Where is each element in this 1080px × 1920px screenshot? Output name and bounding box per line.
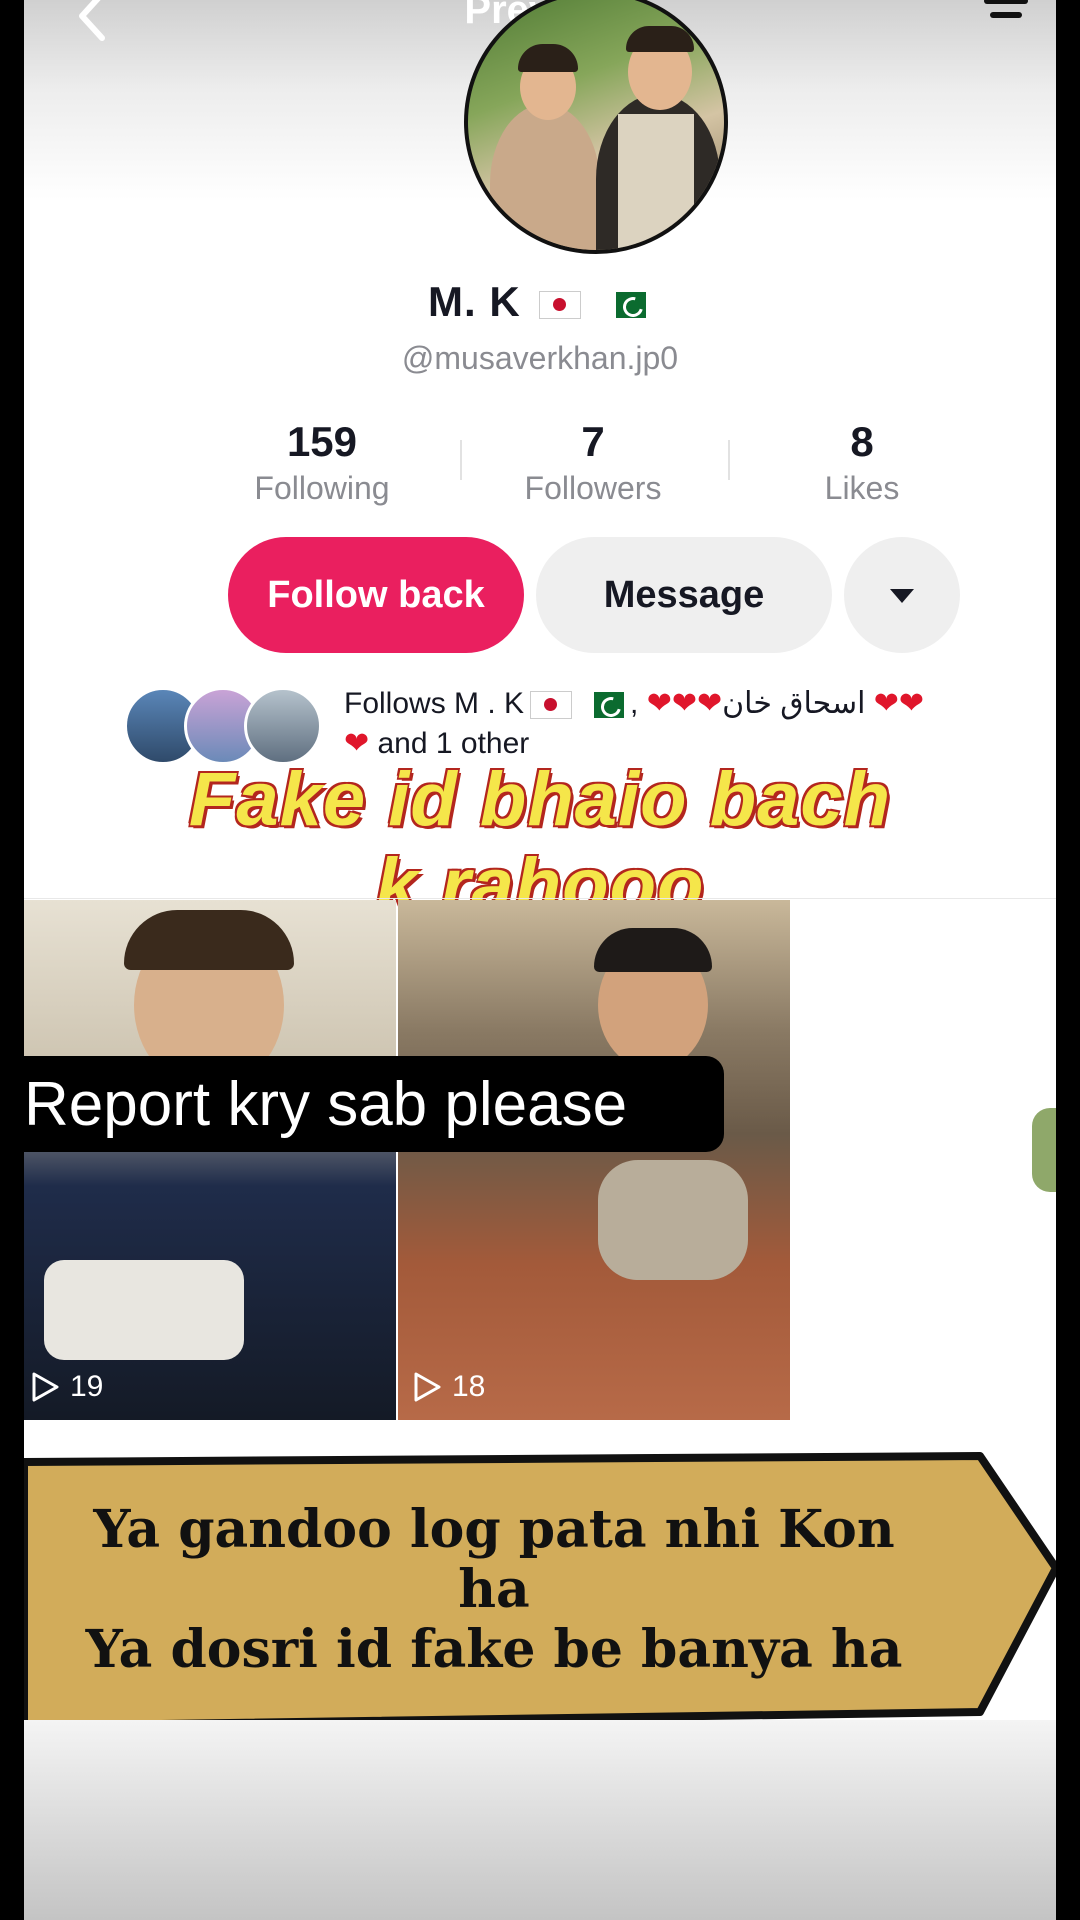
profile-avatar[interactable] xyxy=(464,0,728,254)
video-play-count: 18 xyxy=(412,1370,485,1404)
video-play-count: 19 xyxy=(30,1370,103,1404)
heart-icon: ❤❤ xyxy=(873,687,925,720)
mutual-followers-text[interactable]: Follows M . K, ❤❤❤اسحاق خان ❤❤ ❤ and 1 o… xyxy=(344,684,1056,764)
gold-banner-text: Ya gandoo log pata nhi Kon ha Ya dosri i… xyxy=(85,1499,903,1680)
stat-divider xyxy=(460,440,462,480)
video-thumbnail[interactable]: 18 xyxy=(398,900,790,1420)
pakistan-flag-icon xyxy=(606,291,646,318)
heart-icon: ❤❤❤ xyxy=(646,687,723,720)
likes-count: 8 xyxy=(850,418,874,465)
mutual-avatar xyxy=(244,687,322,765)
play-icon xyxy=(32,1372,59,1402)
following-count: 159 xyxy=(286,418,358,465)
japan-flag-icon xyxy=(530,691,573,720)
stat-likes[interactable]: 8 Likes xyxy=(762,418,962,507)
stat-followers[interactable]: 7 Followers xyxy=(493,418,693,507)
video-thumbnail[interactable]: 19 xyxy=(24,900,396,1420)
profile-display-name: M. K xyxy=(24,278,1056,326)
stat-following[interactable]: 159 Following xyxy=(222,418,422,507)
follow-back-button[interactable]: Follow back xyxy=(228,537,524,653)
following-label: Following xyxy=(254,470,390,506)
caption-overlay-line1: Fake id bhaio bach xyxy=(188,757,892,842)
japan-flag-icon xyxy=(539,290,582,319)
suggested-accounts-button[interactable] xyxy=(844,537,960,653)
menu-icon[interactable] xyxy=(976,0,1036,32)
pakistan-flag-icon xyxy=(584,692,625,719)
followers-count: 7 xyxy=(581,418,605,465)
play-icon xyxy=(414,1372,441,1402)
message-button[interactable]: Message xyxy=(536,537,832,653)
next-post-peek xyxy=(1032,1108,1056,1192)
likes-label: Likes xyxy=(824,470,900,506)
followers-label: Followers xyxy=(524,470,662,506)
profile-preview-screen: Preview M. K @musaverkhan.jp0 159 Follow… xyxy=(24,0,1056,1920)
stat-divider xyxy=(728,440,730,480)
caret-down-icon xyxy=(890,589,914,603)
profile-username: @musaverkhan.jp0 xyxy=(401,340,679,376)
bottom-background xyxy=(24,1720,1056,1920)
tab-divider xyxy=(24,898,1056,899)
report-caption: Report kry sab please xyxy=(24,1056,724,1152)
